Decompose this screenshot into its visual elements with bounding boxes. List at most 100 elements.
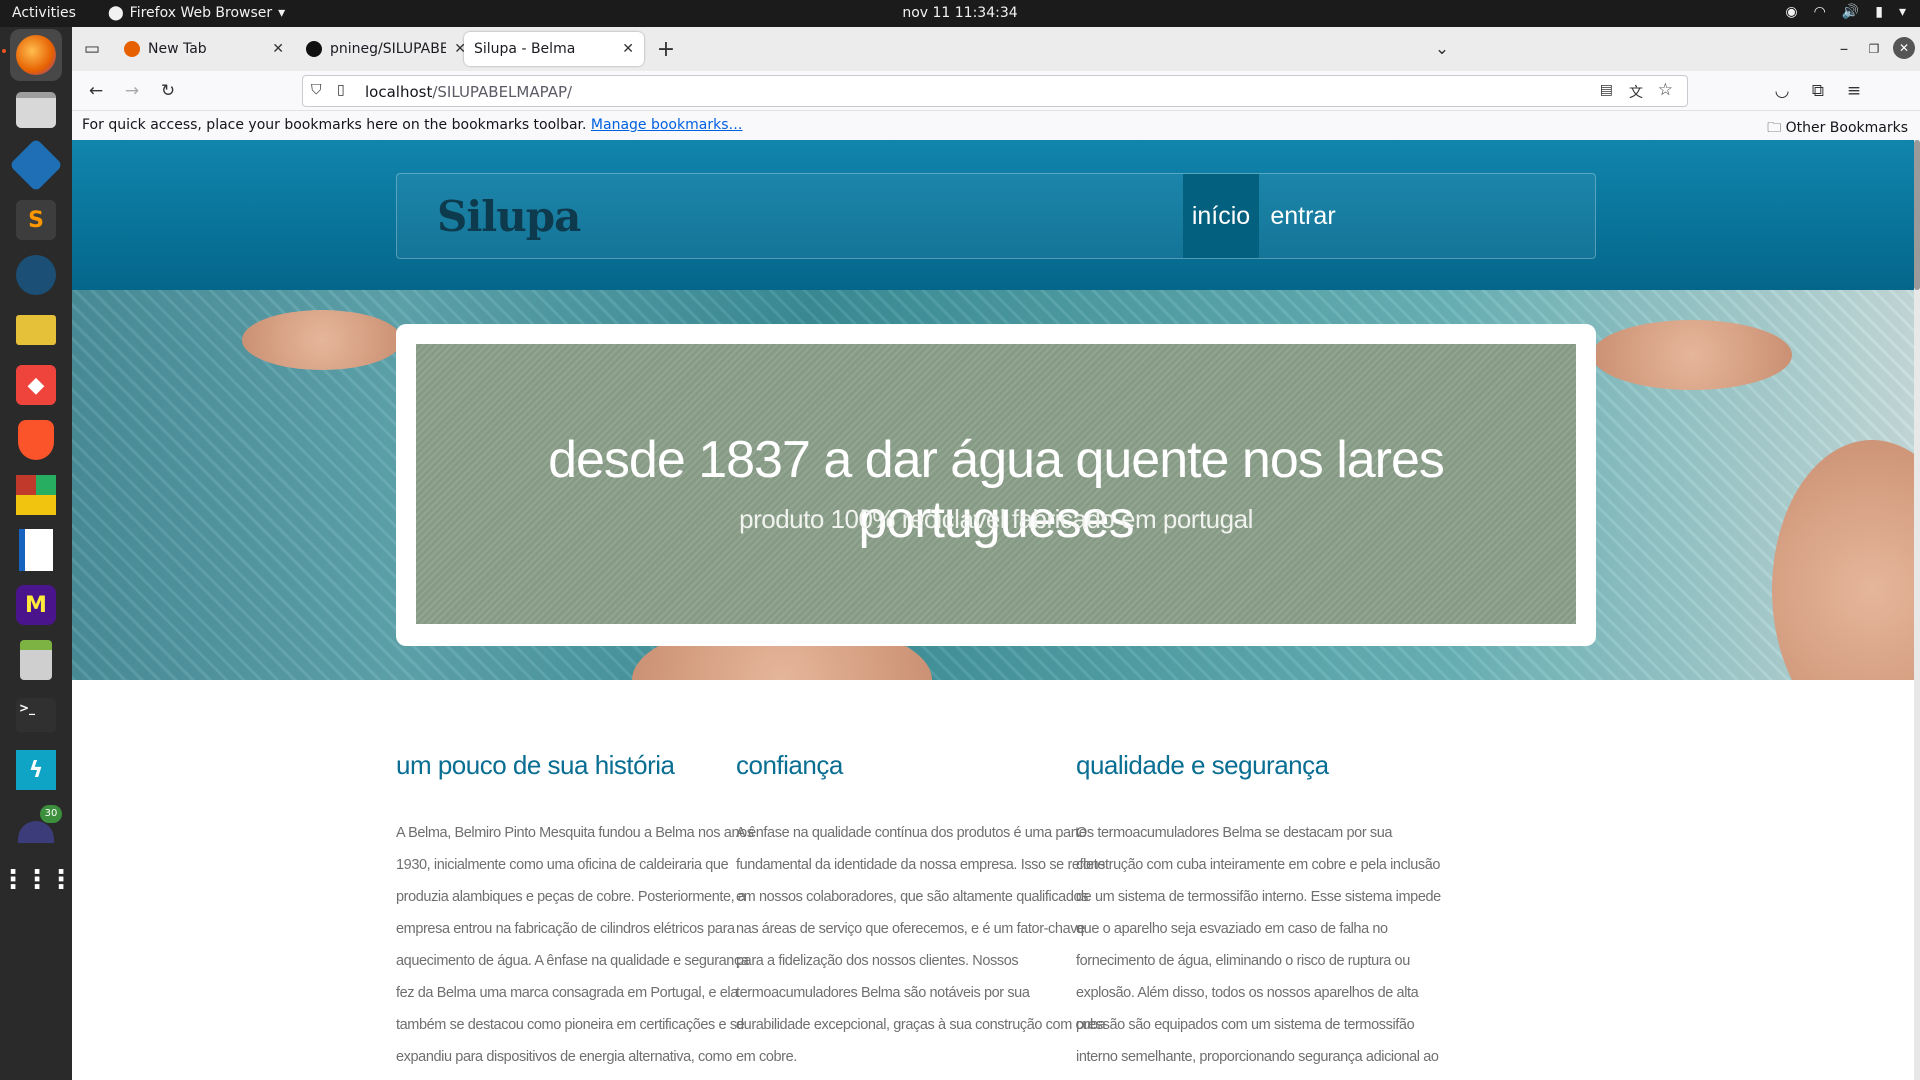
column-qualidade: qualidade e segurança Os termoacumulador… [1076,750,1446,1080]
scrollbar-thumb[interactable] [1914,140,1920,290]
tab-title: Silupa - Belma [474,41,576,57]
bookmarks-hint: For quick access, place your bookmarks h… [82,117,742,133]
notification-badge: 30 [40,805,62,823]
extensions-icon[interactable]: ⧉ [1806,79,1830,103]
close-icon[interactable]: ✕ [272,41,284,57]
close-window-icon[interactable]: ✕ [1893,37,1915,59]
battery-icon[interactable]: ▮ [1875,4,1883,20]
column-historia: um pouco de sua história A Belma, Belmir… [396,750,766,1080]
running-indicator [2,49,6,53]
activities-button[interactable]: Activities [12,5,76,21]
hand-image-left [242,310,402,370]
column-text: A Belma, Belmiro Pinto Mesquita fundou a… [396,825,754,1065]
wifi-icon[interactable]: ◠ [1814,4,1826,20]
column-title: um pouco de sua história [396,750,675,780]
other-bookmarks-label: Other Bookmarks [1785,120,1908,136]
virtualbox-icon [9,138,63,192]
tab-title: New Tab [148,41,207,57]
restore-icon[interactable]: ❐ [1862,37,1886,61]
dock-virtualbox[interactable] [9,138,63,192]
calculator-icon [20,640,52,680]
url-host: localhost [365,83,433,101]
chevron-down-icon[interactable]: ▾ [1899,4,1906,20]
hero-subtitle: produto 100% reciclavel fabricado em por… [739,504,1253,534]
meld-icon: M [16,585,56,625]
url-bar[interactable]: ⛉ ▯ localhost/SILUPABELMAPAP/ ▤ 文 ☆ [302,75,1688,107]
hero-card: desde 1837 a dar água quente nos lares p… [396,324,1596,646]
dock-terminal[interactable]: >_ [10,689,62,741]
tab-overflow-chevron-icon[interactable]: ⌄ [1430,37,1454,61]
list-all-tabs-icon[interactable]: ▭ [80,37,104,61]
steam-icon [16,255,56,295]
column-title: qualidade e segurança [1076,750,1329,780]
dock-writer[interactable] [10,524,62,576]
url-text[interactable]: localhost/SILUPABELMAPAP/ [365,83,572,101]
dock: S ◆ M >_ ϟ 30 ⋮⋮⋮ [0,27,74,1080]
tab-github[interactable]: pnineg/SILUPABELMAPAP ✕ [296,32,476,66]
github-favicon-icon [306,41,322,57]
firefox-small-icon: ⬤ [108,5,124,21]
dock-sublime-text[interactable]: S [10,194,62,246]
chevron-down-icon: ▾ [278,5,286,21]
tab-title: pnineg/SILUPABELMAPAP [330,41,447,57]
dock-steam[interactable] [10,249,62,301]
update-icon [18,821,54,843]
dock-meld[interactable]: M [10,579,62,631]
firefox-favicon-icon [124,41,140,57]
folder-icon [16,92,56,128]
manage-bookmarks-link[interactable]: Manage bookmarks… [591,117,743,133]
new-tab-plus-icon[interactable]: + [654,37,678,62]
nav-link-entrar[interactable]: entrar [1259,174,1347,258]
forward-arrow-icon[interactable]: → [120,79,144,103]
system-top-bar: Activities ⬤ Firefox Web Browser ▾ nov 1… [0,0,1920,27]
envelope-icon [16,315,56,345]
dock-colorful-app[interactable] [10,469,62,521]
other-bookmarks-button[interactable]: 🗀 Other Bookmarks [1767,117,1908,141]
dock-files[interactable] [10,84,62,136]
site-logo[interactable]: Silupa [437,192,581,241]
dock-show-apps[interactable]: ⋮⋮⋮ [0,854,74,906]
translate-icon[interactable]: 文 [1629,82,1643,102]
firefox-icon [16,35,56,75]
pocket-icon[interactable]: ◡ [1770,79,1794,103]
nav-link-inicio[interactable]: início [1183,174,1259,258]
close-icon[interactable]: ✕ [622,41,634,57]
minimize-icon[interactable]: – [1832,37,1856,61]
column-text: A ênfase na qualidade contínua dos produ… [736,825,1106,1065]
clock[interactable]: nov 11 11:34:34 [902,5,1017,21]
page-scrollbar[interactable] [1914,140,1920,1080]
dock-calculator[interactable] [10,634,62,686]
page-info-icon[interactable]: ▯ [337,82,345,98]
tab-silupa[interactable]: Silupa - Belma ✕ [464,32,644,66]
system-tray[interactable]: ◉ ◠ 🔊 ▮ ▾ [1785,4,1906,20]
dock-anydesk[interactable]: ◆ [10,359,62,411]
column-text: Os termoacumuladores Belma se destacam p… [1076,825,1441,1065]
dock-brave[interactable] [10,414,62,466]
brave-lion-icon [18,420,54,460]
volume-icon[interactable]: 🔊 [1842,4,1859,20]
hero-banner: desde 1837 a dar água quente nos lares p… [72,290,1914,680]
back-arrow-icon[interactable]: ← [84,79,108,103]
shield-icon[interactable]: ⛉ [311,82,322,98]
bookmarks-toolbar: For quick access, place your bookmarks h… [72,111,1920,140]
tab-new-tab[interactable]: New Tab ✕ [114,32,294,66]
document-icon [19,529,53,571]
folder-icon: 🗀 [1767,120,1782,136]
url-path: /SILUPABELMAPAP/ [432,83,573,101]
dock-zeal[interactable]: ϟ [10,744,62,796]
column-title: confiança [736,750,843,780]
site-header: Silupa início entrar [72,140,1914,290]
column-confianca: confiança A ênfase na qualidade contínua… [736,750,1106,1073]
lightning-icon: ϟ [16,750,56,790]
navigation-toolbar: ← → ↻ ⛉ ▯ localhost/SILUPABELMAPAP/ ▤ 文 … [72,71,1920,111]
menu-hamburger-icon[interactable]: ≡ [1842,79,1866,103]
app-menu[interactable]: ⬤ Firefox Web Browser ▾ [108,5,285,21]
sublime-text-icon: S [16,200,56,240]
dock-email[interactable] [10,304,62,356]
discord-tray-icon[interactable]: ◉ [1785,4,1797,20]
bookmark-star-icon[interactable]: ☆ [1658,80,1673,100]
reload-icon[interactable]: ↻ [156,79,180,103]
reader-view-icon[interactable]: ▤ [1600,82,1613,98]
colored-squares-icon [16,475,56,515]
dock-firefox[interactable] [10,29,62,81]
